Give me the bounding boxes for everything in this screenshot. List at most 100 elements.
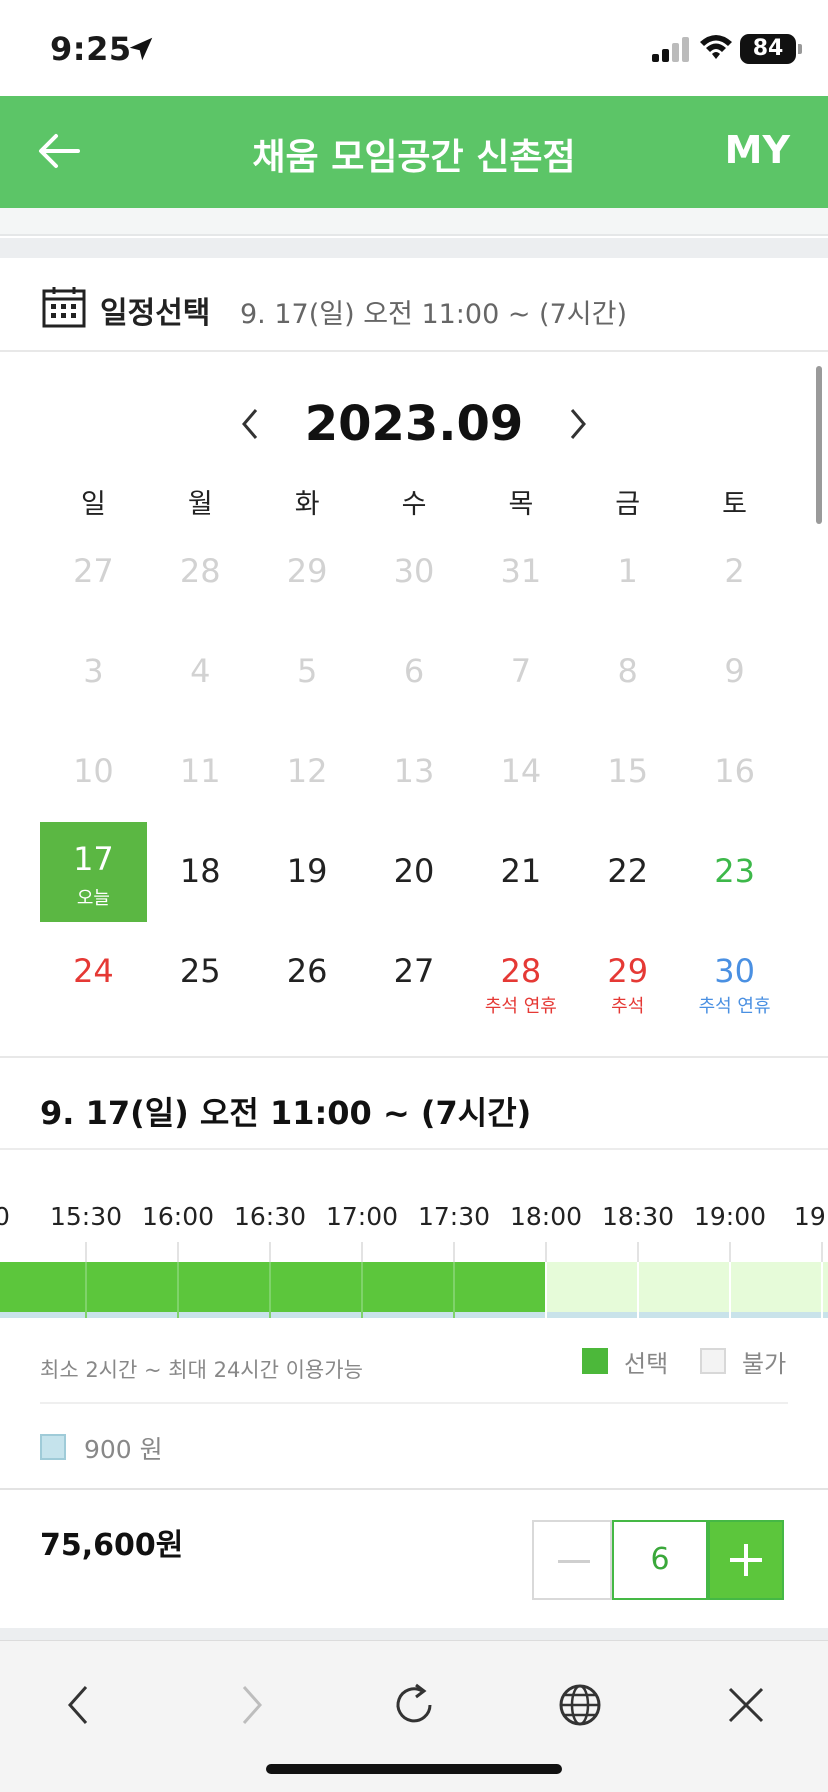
day-number: 3 [83,652,104,690]
day-note: 오늘 [76,888,110,909]
day-number: 29 [607,952,649,990]
schedule-summary: 9. 17(일) 오전 11:00 ~ (7시간) [240,299,627,330]
calendar-day[interactable]: 17 오늘 [40,822,147,922]
day-number: 30 [393,552,435,590]
timeline-slot-divider [177,1262,179,1318]
day-number: 9 [724,652,745,690]
next-month-chevron-icon[interactable] [562,404,594,444]
section-gap [0,238,828,258]
day-number: 29 [286,552,328,590]
day-number: 13 [393,752,435,790]
day-number: 31 [500,552,542,590]
calendar-day: 28 [147,522,254,622]
day-number: 7 [510,652,532,690]
day-number: 27 [393,952,435,990]
timeline-slot-divider [637,1262,639,1318]
calendar-grid: 27 28 29 30 31 1 2 3 4 5 6 7 8 9 10 11 12 13 14 15 16 17 오늘 18 1… [40,522,788,1022]
timeline-label: 18:00 [509,1202,583,1231]
weekday-label: 월 [187,489,213,520]
status-time: 9:25 [50,30,132,68]
timeline-underline [0,1312,828,1318]
calendar-icon [42,287,86,328]
day-number: 27 [73,552,114,590]
home-indicator [266,1764,562,1774]
page-title: 채움 모임공간 신촌점 [252,137,576,178]
decrement-button[interactable] [532,1520,612,1600]
section-gap [0,208,828,236]
increment-button[interactable] [708,1520,784,1600]
calendar-day[interactable]: 22 [574,822,681,922]
my-page-link[interactable]: MY [725,128,790,172]
calendar-day: 6 [361,622,468,722]
globe-icon[interactable] [554,1679,606,1731]
calendar-day[interactable]: 21 [467,822,574,922]
day-number: 15 [607,752,649,790]
day-number: 12 [286,752,328,790]
calendar-day: 3 [40,622,147,722]
timeline-tick [729,1242,731,1262]
day-number: 28 [500,952,542,990]
browser-back-icon[interactable] [54,1679,106,1731]
legend-unavailable-label: 불가 [742,1350,787,1378]
calendar-day[interactable]: 23 [681,822,788,922]
divider [0,1056,828,1058]
weekday-label: 수 [401,489,427,520]
calendar-day[interactable]: 19 [254,822,361,922]
day-number: 5 [296,652,318,690]
day-number: 25 [179,952,221,990]
timeline-label: 16:00 [141,1202,215,1231]
reload-icon[interactable] [388,1679,440,1731]
schedule-title: 일정선택 [100,296,211,331]
schedule-header[interactable]: 일정선택 9. 17(일) 오전 11:00 ~ (7시간) [0,258,828,352]
calendar-day: 5 [254,622,361,722]
stepper-value[interactable]: 6 [612,1520,708,1600]
calendar-day[interactable]: 28 추석 연휴 [467,922,574,1022]
calendar-day[interactable]: 29 추석 [574,922,681,1022]
selected-time-summary: 9. 17(일) 오전 11:00 ~ (7시간) [40,1094,532,1132]
timeline-available-range[interactable] [546,1262,828,1312]
timeline-tick [821,1242,823,1262]
timeline-label: 18:30 [601,1202,675,1231]
calendar-day[interactable]: 18 [147,822,254,922]
calendar-day[interactable]: 26 [254,922,361,1022]
browser-forward-icon[interactable] [224,1679,276,1731]
timeline-tick [545,1242,547,1262]
calendar-day: 11 [147,722,254,822]
usage-limits-text: 최소 2시간 ~ 최대 24시간 이용가능 [40,1358,363,1382]
day-note: 추석 연휴 [698,996,771,1017]
calendar-day: 31 [467,522,574,622]
timeline-label: 17:30 [417,1202,491,1231]
calendar-day[interactable]: 27 [361,922,468,1022]
calendar-day: 30 [361,522,468,622]
people-stepper: 6 [532,1520,784,1600]
calendar-day[interactable]: 25 [147,922,254,1022]
calendar-day: 27 [40,522,147,622]
timeline-selected-range[interactable] [0,1262,546,1312]
day-number: 8 [617,652,638,690]
app-header: 채움 모임공간 신촌점 MY [0,96,828,208]
close-icon[interactable] [720,1679,772,1731]
timeline-tick [269,1242,271,1262]
day-number: 26 [286,952,328,990]
timeline-slot-divider [545,1262,547,1318]
day-number: 22 [607,852,649,890]
timeline-tick [85,1242,87,1262]
calendar-week: 3 4 5 6 7 8 9 [40,622,788,722]
time-slot-timeline[interactable]: 00 15:30 16:00 16:30 17:00 17:30 18:00 18:30 19:… [0,1150,828,1326]
calendar-week: 17 오늘 18 19 20 21 22 23 [40,822,788,922]
day-number: 28 [179,552,221,590]
timeline-label: 19:00 [693,1202,767,1231]
calendar-day[interactable]: 24 [40,922,147,1022]
timeline-slot-divider [821,1262,823,1318]
day-number: 20 [393,852,435,890]
calendar-day[interactable]: 30 추석 연휴 [681,922,788,1022]
weekday-header: 일 월 화 수 목 금 토 [40,482,788,522]
timeline-tick [453,1242,455,1262]
calendar-day: 8 [574,622,681,722]
calendar-day: 12 [254,722,361,822]
calendar-day[interactable]: 20 [361,822,468,922]
calendar-day: 4 [147,622,254,722]
day-number: 19 [286,852,328,890]
day-number: 21 [500,852,542,890]
price-per-unit: 900 원 [84,1435,163,1464]
